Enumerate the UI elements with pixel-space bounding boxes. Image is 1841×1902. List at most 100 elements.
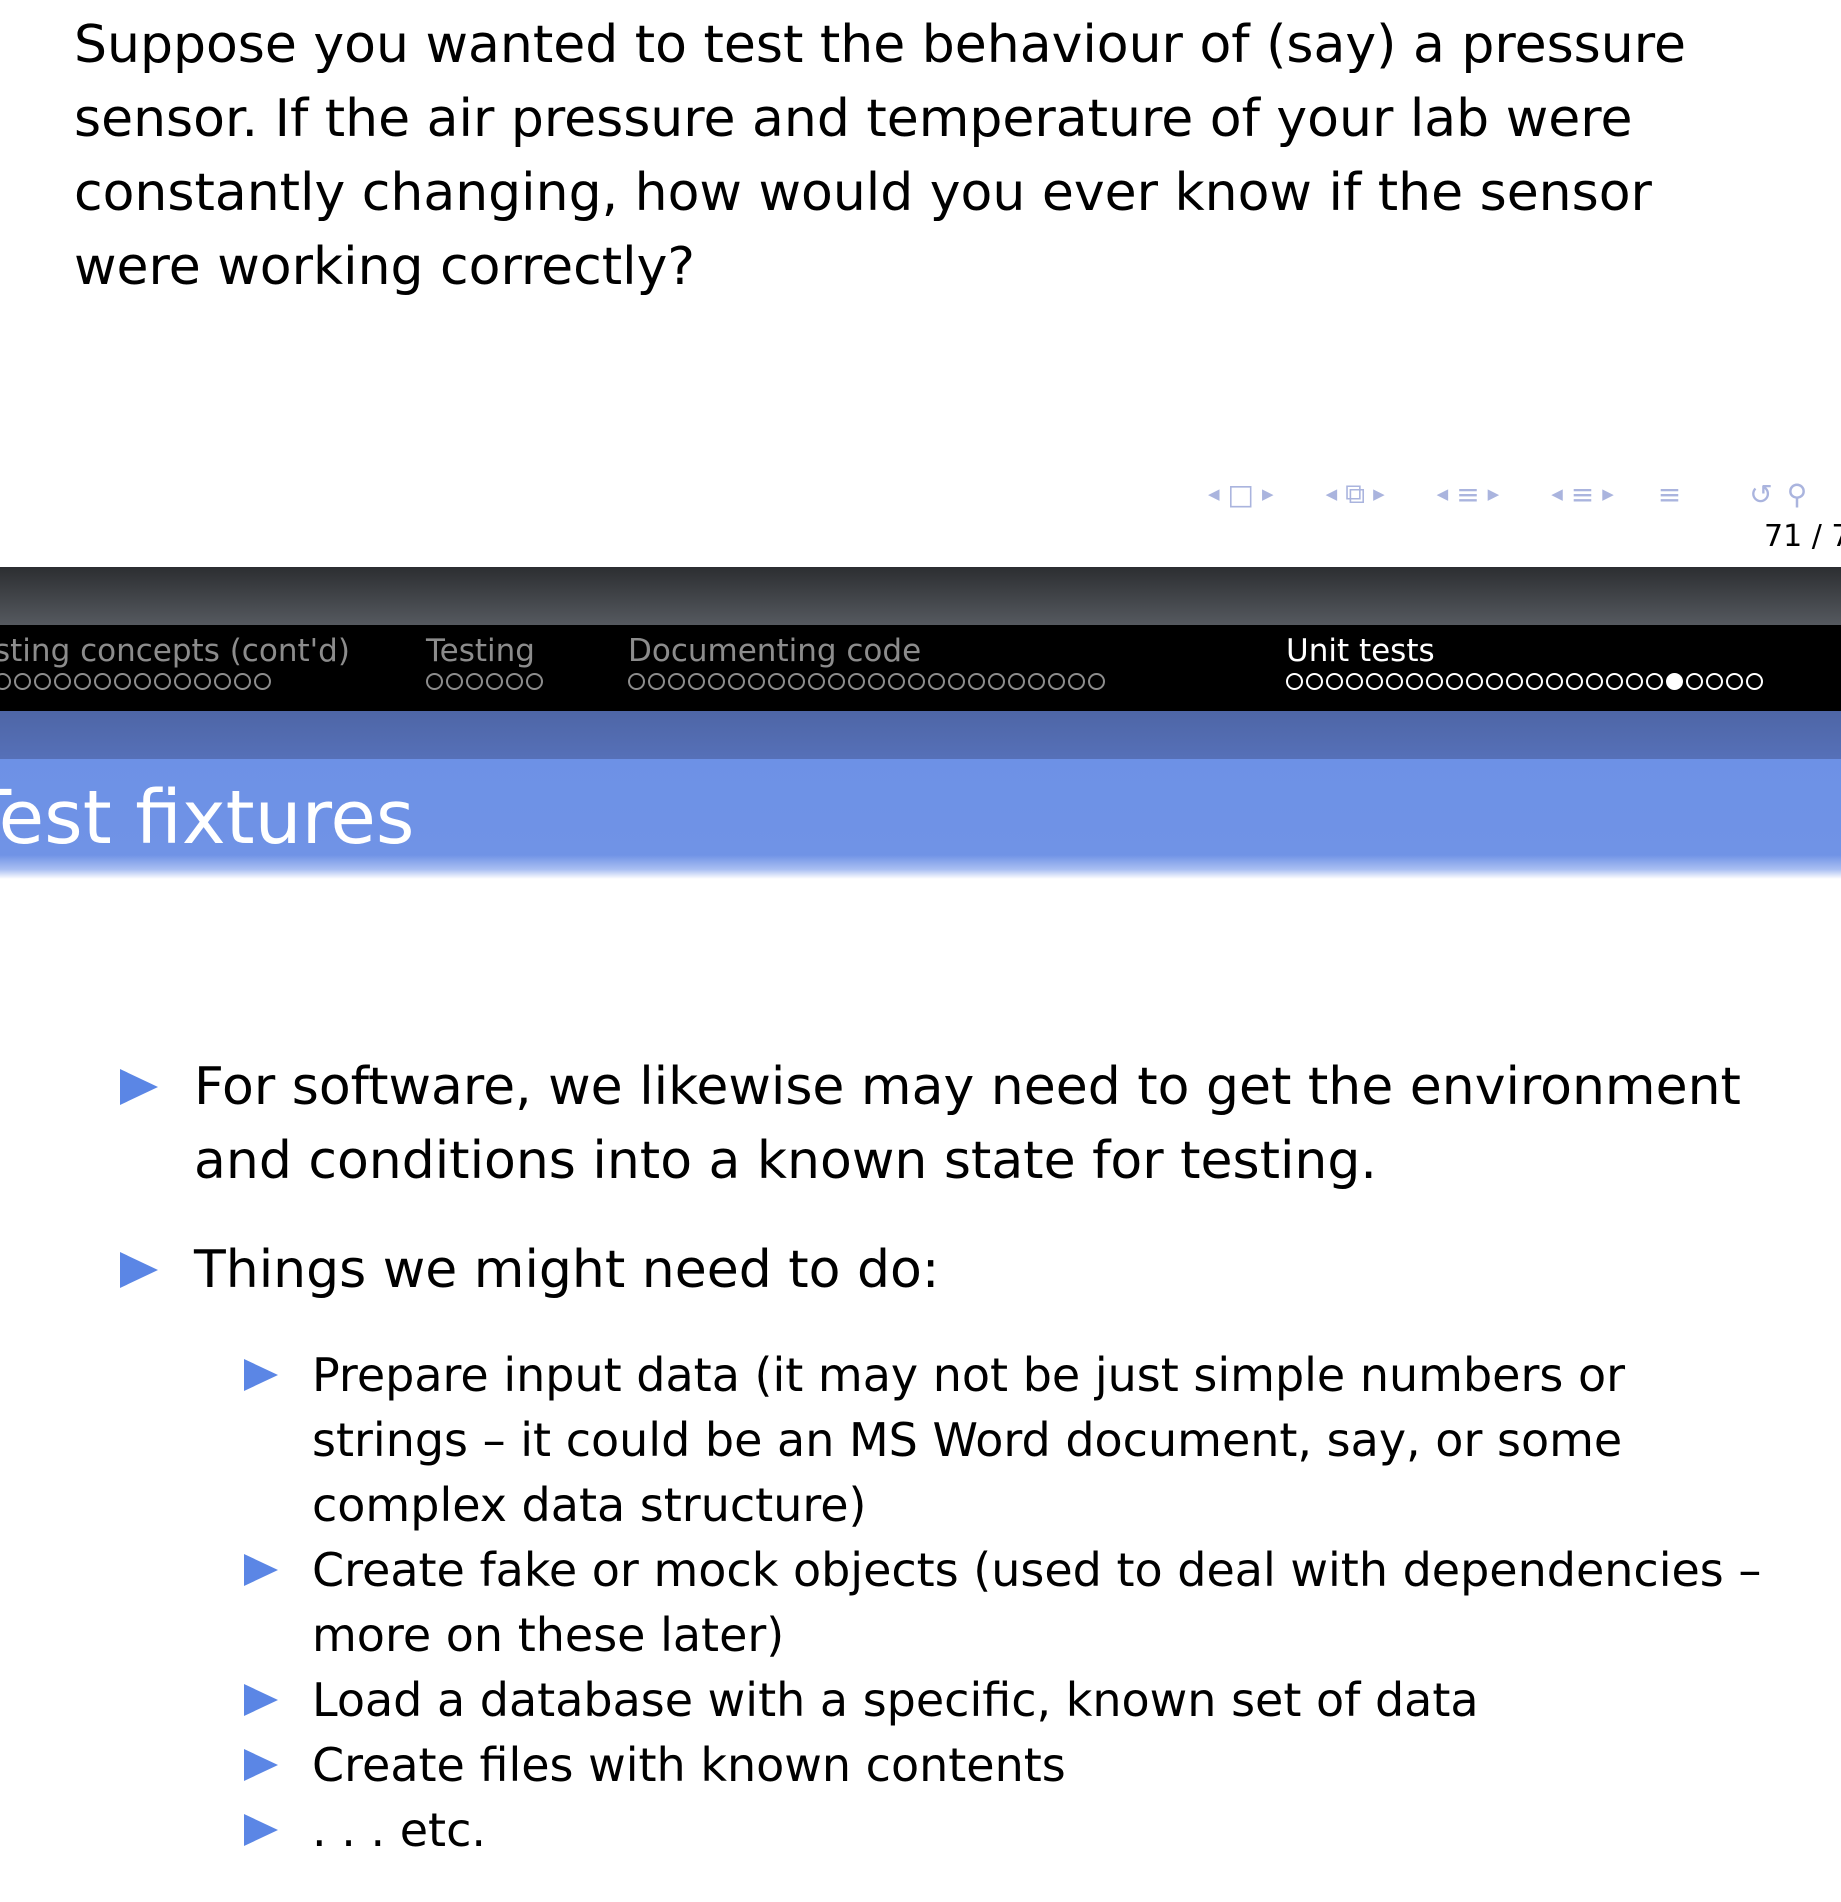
arrow-left-icon[interactable]: ◀ — [1437, 485, 1449, 503]
frame-dot[interactable] — [1028, 673, 1045, 690]
bullet-triangle-icon — [120, 1252, 158, 1288]
frame-dot[interactable] — [1486, 673, 1503, 690]
toc-icon[interactable]: ≡ — [1658, 478, 1681, 511]
back-icon[interactable]: ↺ — [1749, 478, 1772, 511]
arrow-right-icon[interactable]: ▶ — [1262, 485, 1274, 503]
page-number: 71 / 7 — [1764, 519, 1841, 554]
frame-dot[interactable] — [648, 673, 665, 690]
frame-dot[interactable] — [1746, 673, 1763, 690]
frame-dot[interactable] — [988, 673, 1005, 690]
frame-dot[interactable] — [74, 673, 91, 690]
frame-dot[interactable] — [668, 673, 685, 690]
frame-dot[interactable] — [1286, 673, 1303, 690]
arrow-right-icon[interactable]: ▶ — [1488, 485, 1500, 503]
frame-dot[interactable] — [968, 673, 985, 690]
frame-dot[interactable] — [34, 673, 51, 690]
frame-dot[interactable] — [1506, 673, 1523, 690]
frame-dot[interactable] — [446, 673, 463, 690]
nav-section-dots — [1286, 673, 1766, 690]
frame-dot[interactable] — [1346, 673, 1363, 690]
document-icon[interactable]: ≡ — [1571, 478, 1594, 511]
frame-dot[interactable] — [1426, 673, 1443, 690]
arrow-left-icon[interactable]: ◀ — [1326, 485, 1338, 503]
frame-dot[interactable] — [1406, 673, 1423, 690]
nav-section-testing-concepts[interactable]: sting concepts (cont'd) — [0, 631, 350, 690]
frame-dot[interactable] — [1606, 673, 1623, 690]
frame-dot[interactable] — [788, 673, 805, 690]
frame-dot[interactable] — [768, 673, 785, 690]
frame-dot[interactable] — [486, 673, 503, 690]
nav-section-testing[interactable]: Testing — [426, 631, 546, 690]
frame-dot[interactable] — [1008, 673, 1025, 690]
frame-dot[interactable] — [134, 673, 151, 690]
frame-dot[interactable] — [628, 673, 645, 690]
section-navigation[interactable]: ◀ ≡ ▶ — [1429, 478, 1508, 511]
frame-dot[interactable] — [506, 673, 523, 690]
frame-dot[interactable] — [1068, 673, 1085, 690]
frame-dot[interactable] — [94, 673, 111, 690]
frame-dot[interactable] — [728, 673, 745, 690]
frame-dot[interactable] — [234, 673, 251, 690]
arrow-left-icon[interactable]: ◀ — [1208, 485, 1220, 503]
header-top-shade — [0, 567, 1841, 625]
frame-dot[interactable] — [214, 673, 231, 690]
current-frame-dot[interactable] — [1666, 673, 1683, 690]
frame-dot[interactable] — [0, 673, 11, 690]
frame-dot[interactable] — [1446, 673, 1463, 690]
frame-dot[interactable] — [1726, 673, 1743, 690]
frame-dot[interactable] — [1706, 673, 1723, 690]
frame-icon[interactable]: □ — [1228, 478, 1254, 511]
section-icon[interactable]: ≡ — [1456, 478, 1479, 511]
frame-dot[interactable] — [888, 673, 905, 690]
frame-dot[interactable] — [114, 673, 131, 690]
frame-dot[interactable] — [426, 673, 443, 690]
nav-section-title[interactable]: Testing — [426, 631, 546, 671]
frame-dot[interactable] — [1626, 673, 1643, 690]
frame-dot[interactable] — [14, 673, 31, 690]
frame-dot[interactable] — [688, 673, 705, 690]
frame-dot[interactable] — [1088, 673, 1105, 690]
frame-dot[interactable] — [526, 673, 543, 690]
frame-dot[interactable] — [808, 673, 825, 690]
frame-dot[interactable] — [1048, 673, 1065, 690]
frame-dot[interactable] — [466, 673, 483, 690]
frame-dot[interactable] — [1526, 673, 1543, 690]
subsection-navigation[interactable]: ◀ ⧉ ▶ — [1318, 477, 1393, 511]
search-icon[interactable]: ⚲ — [1787, 478, 1808, 511]
frame-dot[interactable] — [828, 673, 845, 690]
frame-dot[interactable] — [254, 673, 271, 690]
nav-section-title[interactable]: sting concepts (cont'd) — [0, 631, 350, 671]
subsection-icon[interactable]: ⧉ — [1345, 477, 1365, 511]
frame-dot[interactable] — [748, 673, 765, 690]
frame-dot[interactable] — [1306, 673, 1323, 690]
nav-section-title[interactable]: Documenting code — [628, 631, 1108, 671]
frame-dot[interactable] — [174, 673, 191, 690]
frame-dot[interactable] — [848, 673, 865, 690]
frame-dot[interactable] — [1566, 673, 1583, 690]
frame-dot[interactable] — [868, 673, 885, 690]
frame-dot[interactable] — [1466, 673, 1483, 690]
frame-dot[interactable] — [154, 673, 171, 690]
frame-dot[interactable] — [708, 673, 725, 690]
arrow-left-icon[interactable]: ◀ — [1551, 485, 1563, 503]
arrow-right-icon[interactable]: ▶ — [1373, 485, 1385, 503]
frame-dot[interactable] — [1646, 673, 1663, 690]
frame-dot[interactable] — [1386, 673, 1403, 690]
frame-dot[interactable] — [908, 673, 925, 690]
frame-dot[interactable] — [1546, 673, 1563, 690]
nav-section-documenting-code[interactable]: Documenting code — [628, 631, 1108, 690]
frame-dot[interactable] — [1366, 673, 1383, 690]
document-navigation[interactable]: ◀ ≡ ▶ — [1543, 478, 1622, 511]
frame-dot[interactable] — [1586, 673, 1603, 690]
frame-navigation[interactable]: ◀ □ ▶ — [1200, 478, 1282, 511]
frame-dot[interactable] — [1686, 673, 1703, 690]
frame-dot[interactable] — [194, 673, 211, 690]
frame-dot[interactable] — [928, 673, 945, 690]
frame-dot[interactable] — [948, 673, 965, 690]
nav-section-title[interactable]: Unit tests — [1286, 631, 1766, 671]
frame-dot[interactable] — [54, 673, 71, 690]
nav-section-unit-tests[interactable]: Unit tests — [1286, 631, 1766, 690]
beamer-navigation-controls: ◀ □ ▶ ◀ ⧉ ▶ ◀ ≡ ▶ ◀ ≡ ▶ ≡ ↺ ⚲ — [1200, 474, 1807, 514]
frame-dot[interactable] — [1326, 673, 1343, 690]
arrow-right-icon[interactable]: ▶ — [1602, 485, 1614, 503]
